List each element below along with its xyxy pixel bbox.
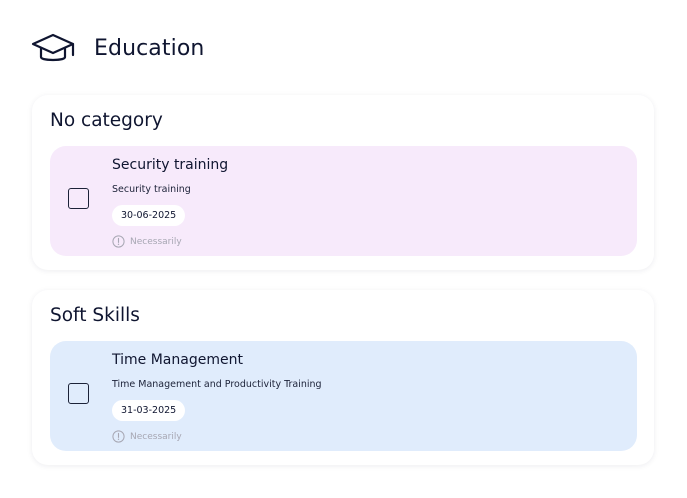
category-title: Soft Skills — [50, 305, 140, 326]
training-card-time-management[interactable]: Time Management Time Management and Prod… — [50, 341, 637, 451]
status-indicator: Necessarily — [112, 235, 182, 248]
training-title: Time Management — [112, 352, 243, 368]
category-title: No category — [50, 110, 163, 131]
page-title: Education — [94, 35, 205, 61]
category-section-no-category: No category Security training Security t… — [32, 95, 654, 270]
info-circle-icon — [112, 430, 125, 443]
status-label: Necessarily — [130, 236, 182, 247]
training-card-security-training[interactable]: Security training Security training 30-0… — [50, 146, 637, 256]
training-checkbox[interactable] — [68, 188, 89, 209]
due-date-badge: 30-06-2025 — [112, 205, 186, 226]
training-description: Time Management and Productivity Trainin… — [112, 379, 322, 390]
training-description: Security training — [112, 184, 191, 195]
status-indicator: Necessarily — [112, 430, 182, 443]
status-label: Necessarily — [130, 431, 182, 442]
graduation-cap-icon — [31, 30, 75, 66]
training-title: Security training — [112, 157, 229, 173]
due-date-badge: 31-03-2025 — [112, 400, 186, 421]
category-section-soft-skills: Soft Skills Time Management Time Managem… — [32, 290, 654, 465]
page-header: Education — [31, 28, 204, 68]
training-checkbox[interactable] — [68, 383, 89, 404]
info-circle-icon — [112, 235, 125, 248]
